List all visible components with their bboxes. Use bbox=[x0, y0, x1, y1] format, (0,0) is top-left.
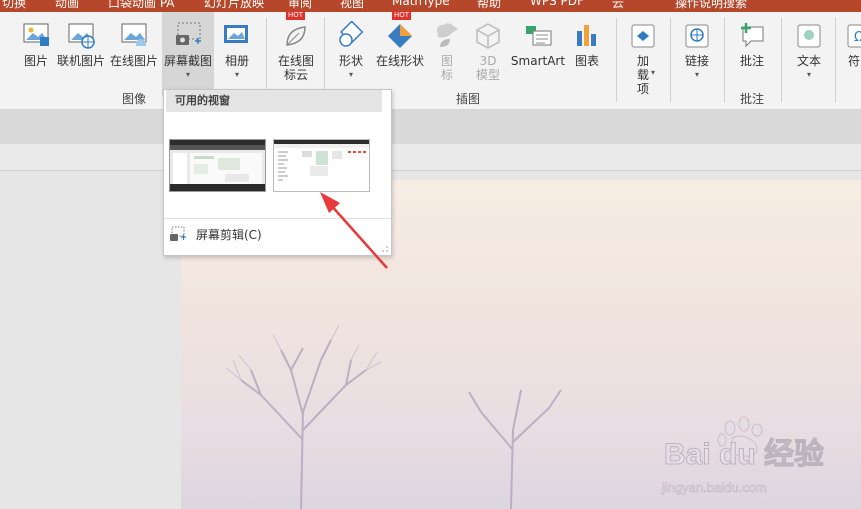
red-annotation-arrow bbox=[320, 192, 388, 269]
